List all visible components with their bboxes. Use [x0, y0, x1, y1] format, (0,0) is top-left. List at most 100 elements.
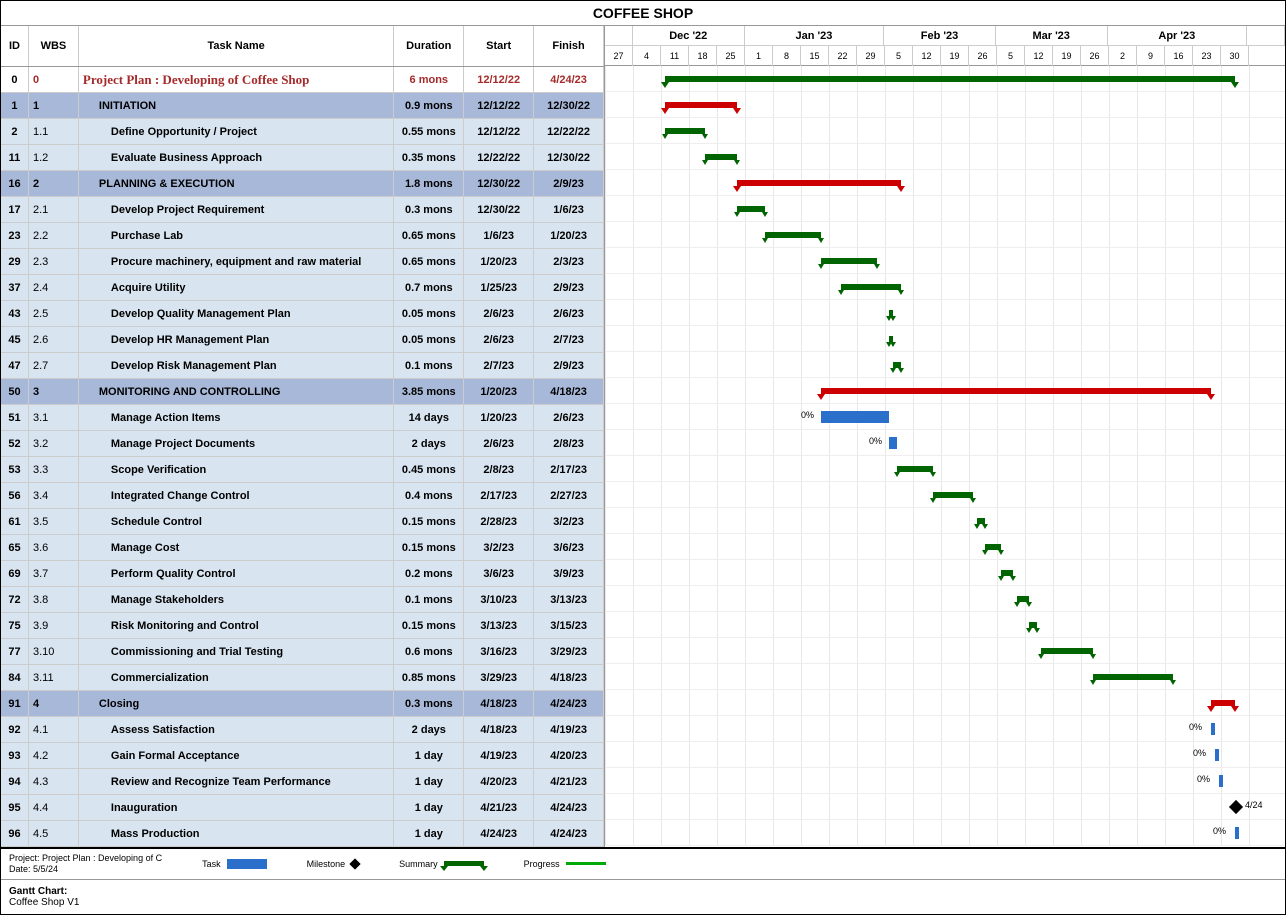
gantt-bar[interactable] — [889, 310, 893, 316]
gantt-bar[interactable] — [1219, 775, 1223, 787]
gantt-row[interactable] — [605, 222, 1285, 248]
table-row[interactable]: 924.1Assess Satisfaction2 days4/18/234/1… — [1, 717, 604, 743]
gantt-bar[interactable] — [665, 102, 737, 108]
table-row[interactable]: 162PLANNING & EXECUTION1.8 mons12/30/222… — [1, 171, 604, 197]
table-row[interactable]: 753.9Risk Monitoring and Control0.15 mon… — [1, 613, 604, 639]
table-row[interactable]: 563.4Integrated Change Control0.4 mons2/… — [1, 483, 604, 509]
gantt-row[interactable] — [605, 664, 1285, 690]
gantt-row[interactable] — [605, 248, 1285, 274]
table-row[interactable]: 172.1Develop Project Requirement0.3 mons… — [1, 197, 604, 223]
gantt-bar[interactable] — [1029, 622, 1037, 628]
gantt-row[interactable] — [605, 196, 1285, 222]
gantt-row[interactable]: 0% — [605, 768, 1285, 794]
gantt-bar[interactable] — [1093, 674, 1173, 680]
gantt-row[interactable] — [605, 326, 1285, 352]
table-row[interactable]: 432.5Develop Quality Management Plan0.05… — [1, 301, 604, 327]
gantt-row[interactable] — [605, 638, 1285, 664]
gantt-row[interactable] — [605, 612, 1285, 638]
gantt-row[interactable]: 0% — [605, 716, 1285, 742]
gantt-bar[interactable] — [889, 336, 893, 342]
table-row[interactable]: 934.2Gain Formal Acceptance1 day4/19/234… — [1, 743, 604, 769]
gantt-row[interactable] — [605, 118, 1285, 144]
table-row[interactable]: 472.7Develop Risk Management Plan0.1 mon… — [1, 353, 604, 379]
gantt-bar[interactable] — [705, 154, 737, 160]
gantt-bar[interactable] — [1235, 827, 1239, 839]
table-row[interactable]: 723.8Manage Stakeholders0.1 mons3/10/233… — [1, 587, 604, 613]
gantt-row[interactable]: 0% — [605, 404, 1285, 430]
gantt-row[interactable] — [605, 144, 1285, 170]
gantt-bar[interactable] — [1215, 749, 1219, 761]
gantt-bar[interactable] — [893, 362, 901, 368]
table-row[interactable]: 513.1Manage Action Items14 days1/20/232/… — [1, 405, 604, 431]
gantt-row[interactable] — [605, 482, 1285, 508]
table-row[interactable]: 533.3Scope Verification0.45 mons2/8/232/… — [1, 457, 604, 483]
gantt-bar[interactable] — [841, 284, 901, 290]
gantt-row[interactable] — [605, 352, 1285, 378]
table-row[interactable]: 773.10Commissioning and Trial Testing0.6… — [1, 639, 604, 665]
gantt-row[interactable]: 4/24 — [605, 794, 1285, 820]
gantt-bar[interactable] — [821, 258, 877, 264]
gantt-bar[interactable] — [1211, 723, 1215, 735]
cell-start: 2/17/23 — [464, 483, 534, 508]
table-row[interactable]: 843.11Commercialization0.85 mons3/29/234… — [1, 665, 604, 691]
gantt-row[interactable] — [605, 690, 1285, 716]
table-row[interactable]: 914Closing0.3 mons4/18/234/24/23 — [1, 691, 604, 717]
gantt-bar[interactable] — [889, 437, 897, 449]
gantt-row[interactable] — [605, 560, 1285, 586]
gantt-bar[interactable] — [1017, 596, 1029, 602]
gantt-bar[interactable] — [977, 518, 985, 524]
table-row[interactable]: 954.4Inauguration1 day4/21/234/24/23 — [1, 795, 604, 821]
col-header-name[interactable]: Task Name — [79, 26, 394, 66]
gantt-row[interactable]: 0% — [605, 430, 1285, 456]
gantt-bar[interactable] — [1211, 700, 1235, 706]
gantt-row[interactable] — [605, 456, 1285, 482]
gantt-row[interactable] — [605, 92, 1285, 118]
table-row[interactable]: 00Project Plan : Developing of Coffee Sh… — [1, 67, 604, 93]
col-header-finish[interactable]: Finish — [534, 26, 604, 66]
col-header-start[interactable]: Start — [464, 26, 534, 66]
cell-id: 84 — [1, 665, 29, 690]
gantt-bar[interactable] — [737, 206, 765, 212]
gantt-bar[interactable] — [821, 411, 889, 423]
table-row[interactable]: 523.2Manage Project Documents2 days2/6/2… — [1, 431, 604, 457]
table-row[interactable]: 292.3Procure machinery, equipment and ra… — [1, 249, 604, 275]
gantt-bar[interactable] — [665, 76, 1235, 82]
table-row[interactable]: 111.2Evaluate Business Approach0.35 mons… — [1, 145, 604, 171]
gantt-bar[interactable] — [737, 180, 901, 186]
gantt-bar[interactable] — [765, 232, 821, 238]
table-row[interactable]: 21.1Define Opportunity / Project0.55 mon… — [1, 119, 604, 145]
gantt-row[interactable] — [605, 170, 1285, 196]
table-row[interactable]: 372.4Acquire Utility0.7 mons1/25/232/9/2… — [1, 275, 604, 301]
gantt-bar[interactable] — [1041, 648, 1093, 654]
table-row[interactable]: 964.5Mass Production1 day4/24/234/24/23 — [1, 821, 604, 847]
gantt-bar[interactable] — [933, 492, 973, 498]
table-row[interactable]: 503MONITORING AND CONTROLLING3.85 mons1/… — [1, 379, 604, 405]
gantt-bar[interactable] — [665, 128, 705, 134]
gantt-row[interactable] — [605, 66, 1285, 92]
table-row[interactable]: 653.6Manage Cost0.15 mons3/2/233/6/23 — [1, 535, 604, 561]
gantt-row[interactable] — [605, 274, 1285, 300]
gantt-row[interactable] — [605, 534, 1285, 560]
gantt-row[interactable] — [605, 508, 1285, 534]
table-row[interactable]: 232.2Purchase Lab0.65 mons1/6/231/20/23 — [1, 223, 604, 249]
col-header-duration[interactable]: Duration — [394, 26, 464, 66]
cell-dur: 0.7 mons — [394, 275, 464, 300]
gantt-bar[interactable] — [821, 388, 1211, 394]
gantt-bar[interactable] — [985, 544, 1001, 550]
gantt-row[interactable]: 0% — [605, 820, 1285, 846]
col-header-wbs[interactable]: WBS — [29, 26, 79, 66]
milestone-marker[interactable] — [1229, 800, 1243, 814]
gantt-row[interactable] — [605, 378, 1285, 404]
table-row[interactable]: 452.6Develop HR Management Plan0.05 mons… — [1, 327, 604, 353]
table-row[interactable]: 693.7Perform Quality Control0.2 mons3/6/… — [1, 561, 604, 587]
gantt-row[interactable] — [605, 300, 1285, 326]
gantt-bar[interactable] — [1001, 570, 1013, 576]
table-row[interactable]: 944.3Review and Recognize Team Performan… — [1, 769, 604, 795]
day-header: 8 — [773, 46, 801, 66]
gantt-row[interactable]: 0% — [605, 742, 1285, 768]
gantt-bar[interactable] — [897, 466, 933, 472]
col-header-id[interactable]: ID — [1, 26, 29, 66]
table-row[interactable]: 11INITIATION0.9 mons12/12/2212/30/22 — [1, 93, 604, 119]
table-row[interactable]: 613.5Schedule Control0.15 mons2/28/233/2… — [1, 509, 604, 535]
gantt-row[interactable] — [605, 586, 1285, 612]
